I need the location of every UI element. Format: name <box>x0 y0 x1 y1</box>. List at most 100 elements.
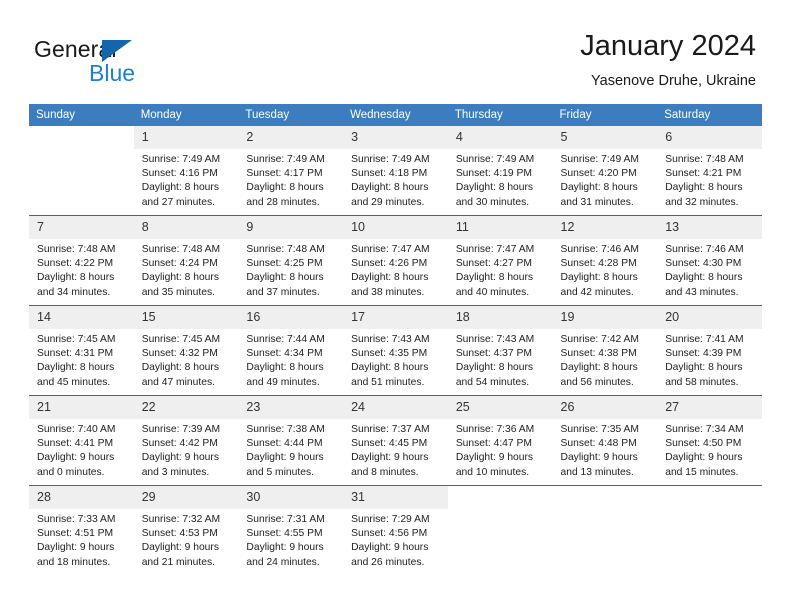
daylight-text-line2: and 31 minutes. <box>560 196 634 208</box>
day-details: Sunrise: 7:48 AM Sunset: 4:22 PM Daylight:… <box>29 239 134 300</box>
daylight-text-line1: Daylight: 9 hours <box>560 452 638 464</box>
calendar-day-cell[interactable]: 4 Sunrise: 7:49 AM Sunset: 4:19 PM Daylight… <box>447 126 553 216</box>
general-blue-logo[interactable]: General Blue <box>34 36 244 92</box>
calendar-day-cell[interactable]: 22 Sunrise: 7:39 AM Sunset: 4:42 PM Dayligh… <box>133 395 239 486</box>
daylight-text-line1: Daylight: 8 hours <box>560 182 638 194</box>
daylight-text-line2: and 51 minutes. <box>351 376 425 388</box>
sunrise-text: Sunrise: 7:43 AM <box>455 334 535 345</box>
calendar-day-cell[interactable]: 19 Sunrise: 7:42 AM Sunset: 4:38 PM Dayligh… <box>552 305 658 396</box>
sunrise-text: Sunrise: 7:38 AM <box>246 424 325 435</box>
calendar-day-cell[interactable]: 18 Sunrise: 7:43 AM Sunset: 4:37 PM Dayligh… <box>447 305 553 396</box>
calendar-day-cell[interactable]: 16 Sunrise: 7:44 AM Sunset: 4:34 PM Dayligh… <box>238 305 344 396</box>
sunrise-text: Sunrise: 7:32 AM <box>141 514 221 525</box>
calendar-day-cell-empty <box>657 485 762 575</box>
calendar-day-cell[interactable]: 27 Sunrise: 7:34 AM Sunset: 4:50 PM Dayligh… <box>657 395 762 486</box>
day-number: 14 <box>29 306 134 329</box>
daylight-text-line2: and 0 minutes. <box>37 466 105 478</box>
day-details: Sunrise: 7:48 AM Sunset: 4:25 PM Daylight:… <box>238 239 343 300</box>
calendar-day-cell[interactable]: 30 Sunrise: 7:31 AM Sunset: 4:55 PM Dayligh… <box>238 485 344 575</box>
daylight-text-line2: and 15 minutes. <box>665 466 739 478</box>
sunset-text: Sunset: 4:26 PM <box>351 258 428 270</box>
calendar-day-cell[interactable]: 28 Sunrise: 7:33 AM Sunset: 4:51 PM Dayligh… <box>29 485 134 575</box>
sunrise-text: Sunrise: 7:47 AM <box>455 244 535 255</box>
daylight-text-line1: Daylight: 8 hours <box>455 272 534 284</box>
daylight-text-line2: and 42 minutes. <box>560 286 634 298</box>
day-details: Sunrise: 7:43 AM Sunset: 4:37 PM Daylight:… <box>448 329 553 390</box>
day-details: Sunrise: 7:39 AM Sunset: 4:42 PM Daylight:… <box>134 419 239 480</box>
day-number: 17 <box>343 306 448 329</box>
sunrise-text: Sunrise: 7:35 AM <box>560 424 639 435</box>
sunset-text: Sunset: 4:28 PM <box>560 258 637 270</box>
day-number: 30 <box>238 486 344 509</box>
daylight-text-line2: and 37 minutes. <box>246 286 320 298</box>
calendar-day-cell[interactable]: 14 Sunrise: 7:45 AM Sunset: 4:31 PM Dayligh… <box>29 305 134 396</box>
sunset-text: Sunset: 4:35 PM <box>351 348 428 360</box>
calendar-day-cell[interactable]: 6 Sunrise: 7:48 AM Sunset: 4:21 PM Daylight… <box>657 126 762 216</box>
day-details: Sunrise: 7:46 AM Sunset: 4:28 PM Daylight:… <box>553 239 658 300</box>
calendar-day-cell[interactable]: 9 Sunrise: 7:48 AM Sunset: 4:25 PM Daylight… <box>238 215 344 306</box>
sunrise-text: Sunrise: 7:42 AM <box>560 334 639 345</box>
page-title: January 2024 <box>580 30 756 62</box>
day-number: 12 <box>552 216 658 239</box>
logo-triangle-icon <box>102 40 132 62</box>
day-details: Sunrise: 7:33 AM Sunset: 4:51 PM Daylight:… <box>29 509 134 570</box>
calendar-day-cell[interactable]: 15 Sunrise: 7:45 AM Sunset: 4:32 PM Dayligh… <box>133 305 239 396</box>
calendar-day-cell[interactable]: 23 Sunrise: 7:38 AM Sunset: 4:44 PM Dayligh… <box>238 395 344 486</box>
daylight-text-line2: and 29 minutes. <box>351 196 425 208</box>
daylight-text-line1: Daylight: 9 hours <box>246 542 324 554</box>
calendar-day-cell[interactable]: 11 Sunrise: 7:47 AM Sunset: 4:27 PM Dayligh… <box>447 215 553 306</box>
calendar-day-cell[interactable]: 8 Sunrise: 7:48 AM Sunset: 4:24 PM Daylight… <box>133 215 239 306</box>
calendar-day-cell[interactable]: 31 Sunrise: 7:29 AM Sunset: 4:56 PM Dayligh… <box>343 485 448 575</box>
day-number: 21 <box>29 396 134 419</box>
calendar-day-cell[interactable]: 17 Sunrise: 7:43 AM Sunset: 4:35 PM Dayligh… <box>343 305 448 396</box>
day-number <box>29 126 134 149</box>
daylight-text-line1: Daylight: 9 hours <box>246 452 324 464</box>
day-number <box>447 486 553 509</box>
daylight-text-line1: Daylight: 8 hours <box>351 272 429 284</box>
day-details: Sunrise: 7:48 AM Sunset: 4:21 PM Daylight:… <box>657 149 762 210</box>
daylight-text-line1: Daylight: 9 hours <box>141 542 219 554</box>
calendar-day-cell[interactable]: 24 Sunrise: 7:37 AM Sunset: 4:45 PM Dayligh… <box>343 395 448 486</box>
daylight-text-line1: Daylight: 8 hours <box>246 182 324 194</box>
sunset-text: Sunset: 4:50 PM <box>665 438 742 450</box>
weekday-header-saturday: Saturday <box>657 104 762 126</box>
daylight-text-line2: and 18 minutes. <box>37 556 111 568</box>
sunset-text: Sunset: 4:44 PM <box>246 438 323 450</box>
day-number: 9 <box>238 216 344 239</box>
daylight-text-line1: Daylight: 8 hours <box>141 272 219 284</box>
day-number: 7 <box>29 216 134 239</box>
daylight-text-line2: and 21 minutes. <box>141 556 215 568</box>
calendar-day-cell[interactable]: 13 Sunrise: 7:46 AM Sunset: 4:30 PM Dayligh… <box>657 215 762 306</box>
sunrise-text: Sunrise: 7:37 AM <box>351 424 430 435</box>
daylight-text-line2: and 40 minutes. <box>455 286 530 298</box>
calendar-day-cell[interactable]: 21 Sunrise: 7:40 AM Sunset: 4:41 PM Dayligh… <box>29 395 134 486</box>
day-number: 4 <box>447 126 553 149</box>
daylight-text-line1: Daylight: 8 hours <box>246 272 324 284</box>
daylight-text-line1: Daylight: 8 hours <box>665 272 743 284</box>
daylight-text-line1: Daylight: 9 hours <box>141 452 219 464</box>
daylight-text-line2: and 56 minutes. <box>560 376 634 388</box>
calendar-day-cell[interactable]: 10 Sunrise: 7:47 AM Sunset: 4:26 PM Dayligh… <box>343 215 448 306</box>
calendar-day-cell[interactable]: 7 Sunrise: 7:48 AM Sunset: 4:22 PM Daylight… <box>29 215 134 306</box>
sunset-text: Sunset: 4:51 PM <box>37 528 114 540</box>
calendar-day-cell[interactable]: 25 Sunrise: 7:36 AM Sunset: 4:47 PM Dayligh… <box>447 395 553 486</box>
day-number: 13 <box>657 216 762 239</box>
calendar-day-cell[interactable]: 29 Sunrise: 7:32 AM Sunset: 4:53 PM Dayligh… <box>133 485 239 575</box>
day-details: Sunrise: 7:47 AM Sunset: 4:27 PM Daylight:… <box>448 239 553 300</box>
day-details: Sunrise: 7:29 AM Sunset: 4:56 PM Daylight:… <box>343 509 448 570</box>
calendar-day-cell[interactable]: 2 Sunrise: 7:49 AM Sunset: 4:17 PM Daylight… <box>238 126 344 216</box>
day-number <box>552 486 658 509</box>
sunrise-text: Sunrise: 7:40 AM <box>37 424 116 435</box>
sunrise-text: Sunrise: 7:48 AM <box>141 244 221 255</box>
sunrise-text: Sunrise: 7:29 AM <box>351 514 430 525</box>
calendar-day-cell[interactable]: 5 Sunrise: 7:49 AM Sunset: 4:20 PM Daylight… <box>552 126 658 216</box>
calendar-day-cell[interactable]: 1 Sunrise: 7:49 AM Sunset: 4:16 PM Daylight… <box>133 126 239 216</box>
daylight-text-line1: Daylight: 9 hours <box>351 542 429 554</box>
calendar-day-cell[interactable]: 3 Sunrise: 7:49 AM Sunset: 4:18 PM Daylight… <box>343 126 448 216</box>
calendar-day-cell[interactable]: 12 Sunrise: 7:46 AM Sunset: 4:28 PM Dayligh… <box>552 215 658 306</box>
calendar-day-cell[interactable]: 20 Sunrise: 7:41 AM Sunset: 4:39 PM Dayligh… <box>657 305 762 396</box>
daylight-text-line2: and 47 minutes. <box>141 376 215 388</box>
day-number: 8 <box>133 216 239 239</box>
calendar-day-cell[interactable]: 26 Sunrise: 7:35 AM Sunset: 4:48 PM Dayligh… <box>552 395 658 486</box>
sunset-text: Sunset: 4:20 PM <box>560 168 637 180</box>
